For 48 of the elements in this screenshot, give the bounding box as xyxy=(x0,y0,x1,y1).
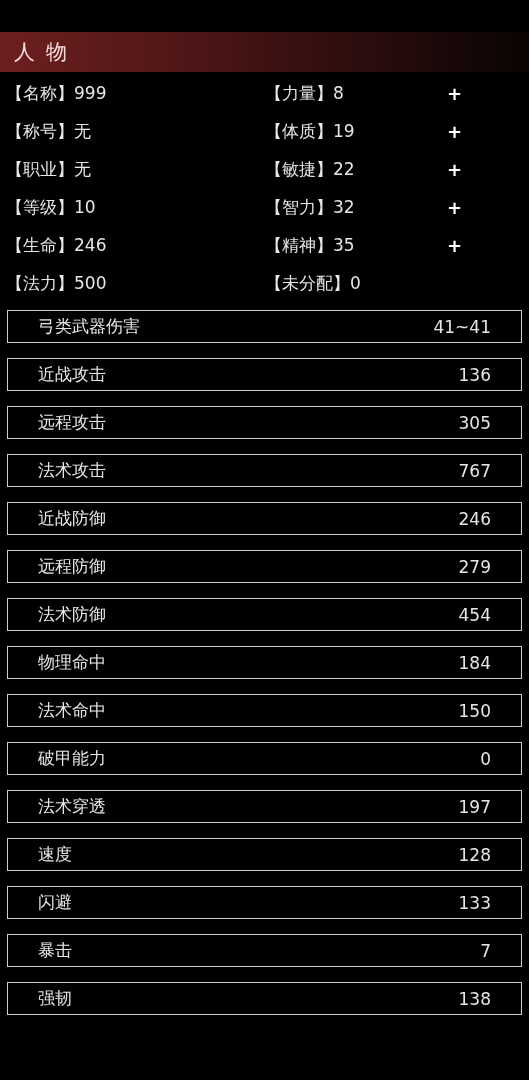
stat-label: 闪避 xyxy=(38,891,72,914)
stat-label: 法术命中 xyxy=(38,699,106,722)
attribute-text: 【称号】无 xyxy=(6,119,92,143)
attribute-text: 【职业】无 xyxy=(6,157,92,181)
stat-value: 136 xyxy=(458,364,491,385)
stat-label: 远程攻击 xyxy=(38,411,106,434)
add-point-button[interactable]: + xyxy=(443,234,467,256)
stat-value: 138 xyxy=(458,988,491,1009)
stat-value: 133 xyxy=(458,892,491,913)
attribute-text: 【体质】19 xyxy=(265,119,356,143)
stat-value: 454 xyxy=(458,604,491,625)
stat-label: 物理命中 xyxy=(38,651,106,674)
stat-label: 近战防御 xyxy=(38,507,106,530)
stat-value: 150 xyxy=(458,700,491,721)
stat-value: 305 xyxy=(458,412,491,433)
add-point-button[interactable]: + xyxy=(443,158,467,180)
stat-value: 184 xyxy=(458,652,491,673)
stat-label: 远程防御 xyxy=(38,555,106,578)
stat-label: 暴击 xyxy=(38,939,72,962)
stat-value: 41~41 xyxy=(433,316,491,337)
stat-value: 7 xyxy=(480,940,491,961)
attribute-text: 【精神】35 xyxy=(265,233,356,257)
stat-value: 246 xyxy=(458,508,491,529)
stat-label: 法术穿透 xyxy=(38,795,106,818)
stat-value: 197 xyxy=(458,796,491,817)
stat-label: 强韧 xyxy=(38,987,72,1010)
add-point-button[interactable]: + xyxy=(443,82,467,104)
stat-label: 法术攻击 xyxy=(38,459,106,482)
stat-label: 法术防御 xyxy=(38,603,106,626)
stat-value: 128 xyxy=(458,844,491,865)
page-title: 人 物 xyxy=(14,39,69,66)
attribute-text: 【法力】500 xyxy=(6,271,108,295)
attribute-text: 【敏捷】22 xyxy=(265,157,356,181)
attribute-text: 【名称】999 xyxy=(6,81,108,105)
attribute-text: 【生命】246 xyxy=(6,233,108,257)
stat-value: 0 xyxy=(480,748,491,769)
attribute-text: 【未分配】0 xyxy=(265,271,362,295)
attribute-text: 【力量】8 xyxy=(265,81,345,105)
attribute-text: 【等级】10 xyxy=(6,195,97,219)
stat-label: 破甲能力 xyxy=(38,747,106,770)
add-point-button[interactable]: + xyxy=(443,196,467,218)
attribute-text: 【智力】32 xyxy=(265,195,356,219)
stat-label: 近战攻击 xyxy=(38,363,106,386)
add-point-button[interactable]: + xyxy=(443,120,467,142)
stat-label: 速度 xyxy=(38,843,72,866)
stat-value: 767 xyxy=(458,460,491,481)
stat-value: 279 xyxy=(458,556,491,577)
stat-label: 弓类武器伤害 xyxy=(38,315,140,338)
